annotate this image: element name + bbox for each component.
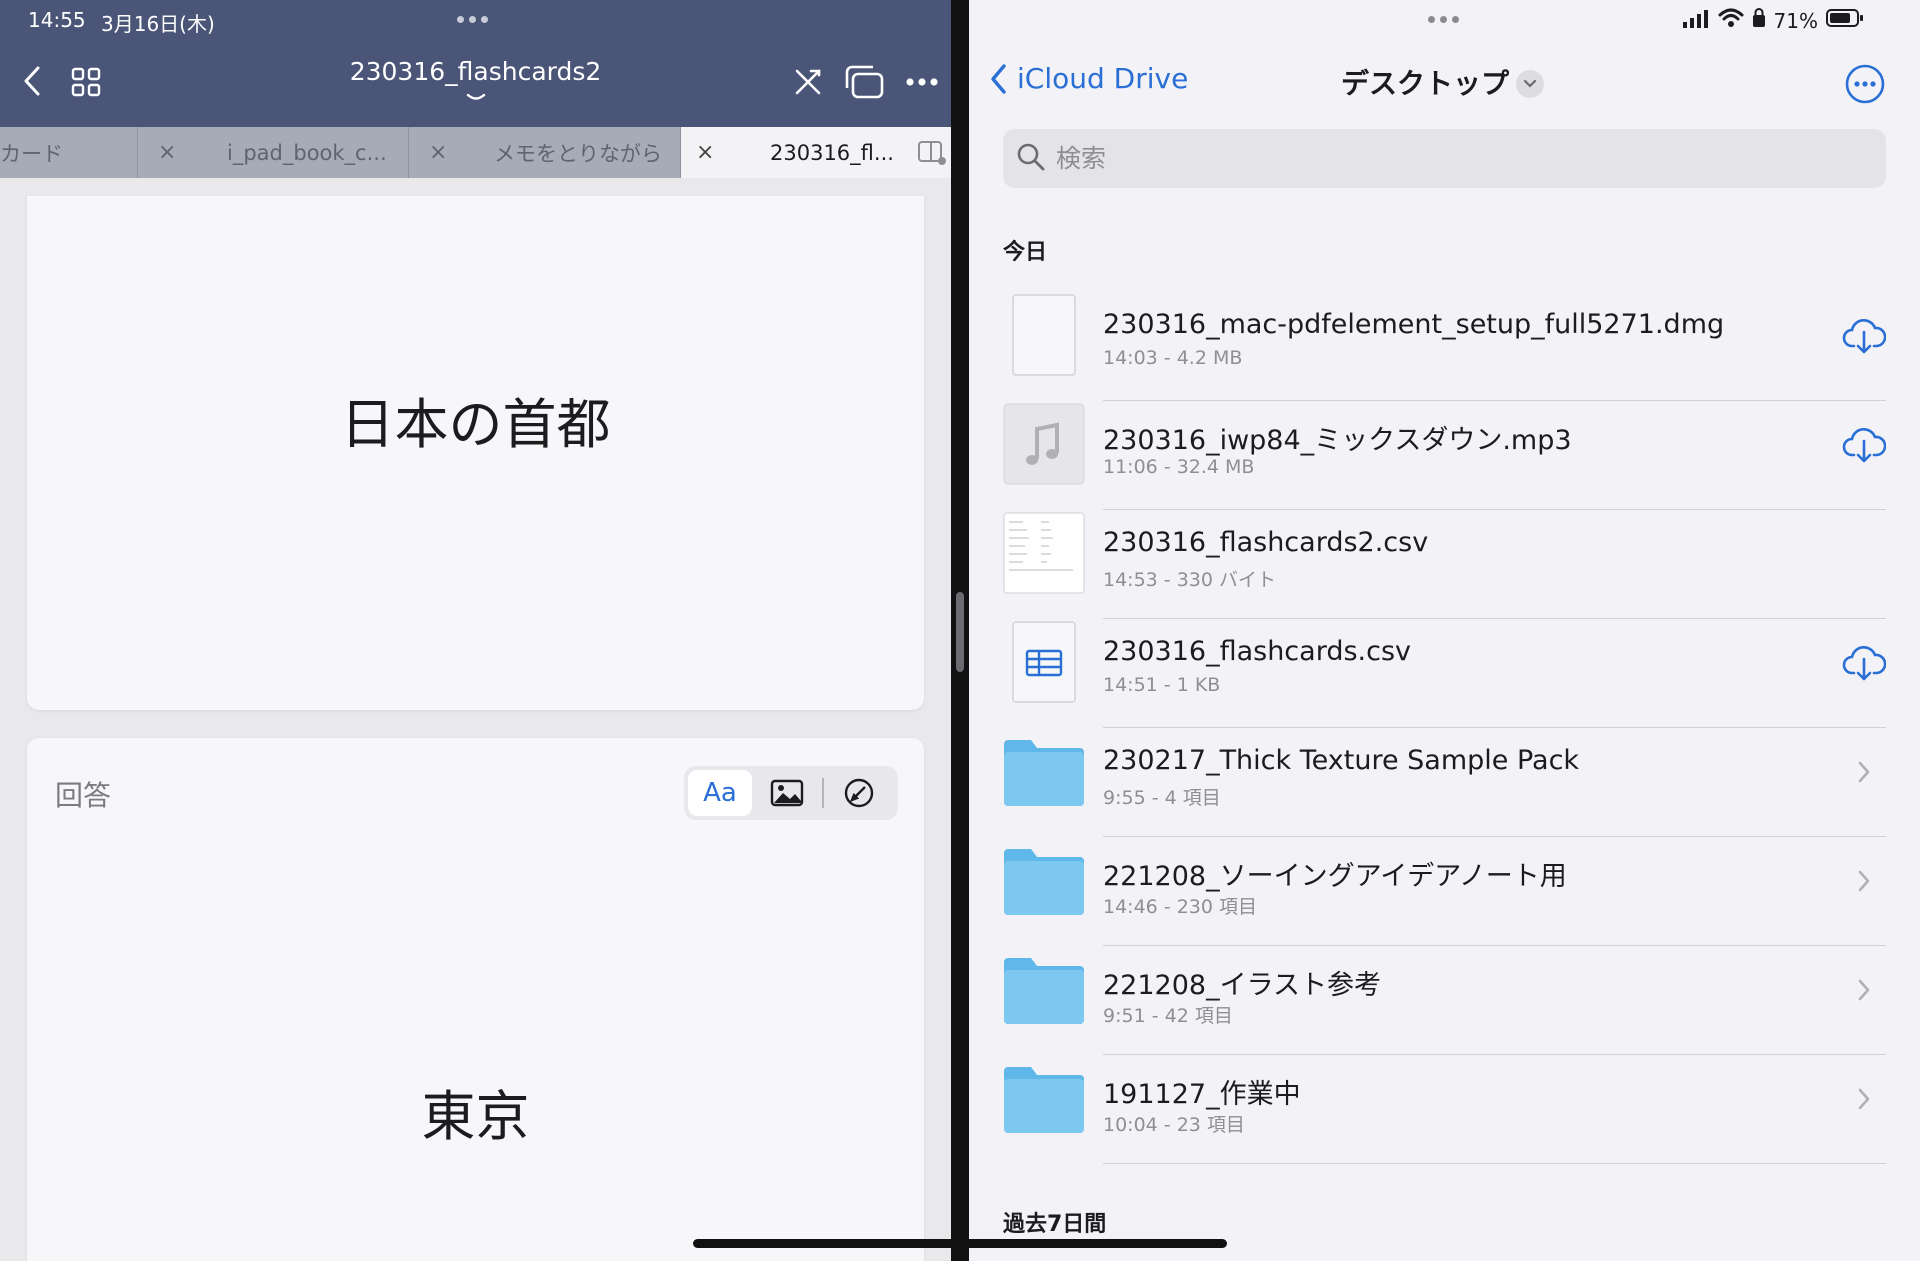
cellular-signal-icon: [1682, 9, 1710, 33]
folder-name: 221208_ソーイングアイデアノート用: [1103, 861, 1567, 892]
folder-icon: [1003, 1057, 1085, 1139]
chevron-right-icon[interactable]: [1842, 1077, 1886, 1121]
folder-row[interactable]: 191127_作業中 10:04 - 23 項目: [1003, 1057, 1886, 1165]
file-thumbnail: [1003, 294, 1085, 376]
folder-meta: 9:55 - 4 項目: [1103, 787, 1221, 809]
wifi-icon: [1718, 8, 1744, 33]
tab-label: メモをとりながら: [494, 141, 662, 166]
folder-row[interactable]: 230217_Thick Texture Sample Pack 9:55 - …: [1003, 730, 1886, 838]
csv-preview-thumbnail: [1003, 512, 1085, 594]
folder-row[interactable]: 221208_イラスト参考 9:51 - 42 項目: [1003, 948, 1886, 1056]
chevron-right-icon[interactable]: [1842, 859, 1886, 903]
answer-text: 東京: [421, 1085, 530, 1148]
tab-label: 230316_fl...: [770, 140, 894, 165]
folder-name: 230217_Thick Texture Sample Pack: [1103, 745, 1580, 776]
title-chevron-icon[interactable]: [466, 88, 486, 107]
image-icon[interactable]: [752, 779, 822, 807]
chevron-right-icon[interactable]: [1842, 750, 1886, 794]
chevron-down-icon[interactable]: [1516, 70, 1544, 98]
folder-icon: [1003, 730, 1085, 812]
file-row[interactable]: 230316_iwp84_ミックスダウン.mp3 11:06 - 32.4 MB: [1003, 403, 1886, 511]
file-row[interactable]: 230316_flashcards.csv 14:51 - 1 KB: [1003, 621, 1886, 729]
tab-0[interactable]: カード: [0, 127, 138, 178]
tab-close-icon[interactable]: ×: [158, 140, 176, 165]
folder-name: 221208_イラスト参考: [1103, 970, 1382, 1001]
cloud-download-icon[interactable]: [1842, 314, 1886, 358]
file-meta: 14:03 - 4.2 MB: [1103, 347, 1243, 369]
home-indicator[interactable]: [693, 1239, 1227, 1248]
file-meta: 11:06 - 32.4 MB: [1103, 456, 1255, 478]
status-date: 3月16日(木): [101, 12, 215, 36]
more-icon[interactable]: [904, 70, 940, 94]
question-text: 日本の首都: [340, 393, 611, 456]
battery-percent: 71%: [1773, 8, 1818, 33]
search-bar[interactable]: [1003, 129, 1886, 188]
search-input[interactable]: [1054, 143, 1858, 174]
windows-icon[interactable]: [842, 62, 886, 102]
battery-icon: [1826, 8, 1864, 33]
shuffle-cross-icon[interactable]: [790, 64, 826, 100]
cloud-download-icon[interactable]: [1842, 641, 1886, 685]
chevron-right-icon[interactable]: [1842, 968, 1886, 1012]
folder-row[interactable]: 221208_ソーイングアイデアノート用 14:46 - 230 項目: [1003, 839, 1886, 947]
tab-1[interactable]: × i_pad_book_c...: [138, 127, 409, 178]
text-format-button[interactable]: Aa: [688, 770, 752, 816]
tab-3-active[interactable]: × 230316_fl...: [681, 127, 951, 178]
cloud-download-icon[interactable]: [1842, 423, 1886, 467]
table-file-icon: [1003, 621, 1085, 703]
folder-icon: [1003, 839, 1085, 921]
folder-name: 191127_作業中: [1103, 1079, 1301, 1110]
tab-label: カード: [0, 141, 63, 166]
audio-file-icon: [1003, 403, 1085, 485]
sidebar-toggle-icon[interactable]: [917, 140, 947, 171]
lock-rotation-icon: [1752, 8, 1766, 33]
folder-title[interactable]: デスクトップ: [1341, 62, 1509, 102]
draw-icon[interactable]: [824, 777, 894, 809]
split-view-handle[interactable]: [956, 592, 964, 672]
multitasking-dots-icon[interactable]: [1428, 16, 1459, 23]
file-name: 230316_flashcards.csv: [1103, 636, 1411, 667]
file-name: 230316_mac-pdfelement_setup_full5271.dmg: [1103, 309, 1725, 340]
section-header-today: 今日: [1003, 240, 1048, 265]
answer-format-toolbar: Aa: [684, 766, 898, 820]
tab-bar: カード × i_pad_book_c... × メモをとりながら × 23031…: [0, 127, 951, 178]
files-app-pane: 71% iCloud Drive デスクトップ 今日 230316_mac-pd…: [969, 0, 1920, 1261]
answer-label: 回答: [55, 779, 112, 812]
folder-meta: 9:51 - 42 項目: [1103, 1005, 1233, 1027]
section-header-past-7-days: 過去7日間: [1003, 1212, 1107, 1237]
app-header: 14:55 3月16日(木) 230316_flashcards2: [0, 0, 951, 127]
tab-2[interactable]: × メモをとりながら: [409, 127, 681, 178]
file-name: 230316_flashcards2.csv: [1103, 527, 1429, 558]
file-meta: 14:51 - 1 KB: [1103, 674, 1221, 696]
search-icon: [1016, 142, 1046, 176]
file-name: 230316_iwp84_ミックスダウン.mp3: [1103, 425, 1572, 456]
back-button[interactable]: iCloud Drive: [989, 62, 1188, 95]
file-row[interactable]: 230316_mac-pdfelement_setup_full5271.dmg…: [1003, 294, 1886, 402]
back-label: iCloud Drive: [1017, 62, 1189, 95]
folder-meta: 10:04 - 23 項目: [1103, 1114, 1245, 1136]
tab-label: i_pad_book_c...: [227, 140, 387, 165]
file-row[interactable]: 230316_flashcards2.csv 14:53 - 330 バイト: [1003, 512, 1886, 620]
tab-close-icon[interactable]: ×: [429, 140, 447, 165]
folder-icon: [1003, 948, 1085, 1030]
more-options-icon[interactable]: [1844, 63, 1886, 109]
tab-close-icon[interactable]: ×: [696, 140, 714, 165]
file-meta: 14:53 - 330 バイト: [1103, 569, 1276, 591]
status-time: 14:55: [28, 8, 86, 32]
back-chevron-icon: [991, 63, 1006, 94]
multitasking-dots-icon[interactable]: [457, 16, 488, 23]
status-bar: 71%: [1682, 8, 1864, 33]
flashcard-app-pane: 14:55 3月16日(木) 230316_flashcards2 カード × …: [0, 0, 951, 1261]
folder-meta: 14:46 - 230 項目: [1103, 896, 1257, 918]
